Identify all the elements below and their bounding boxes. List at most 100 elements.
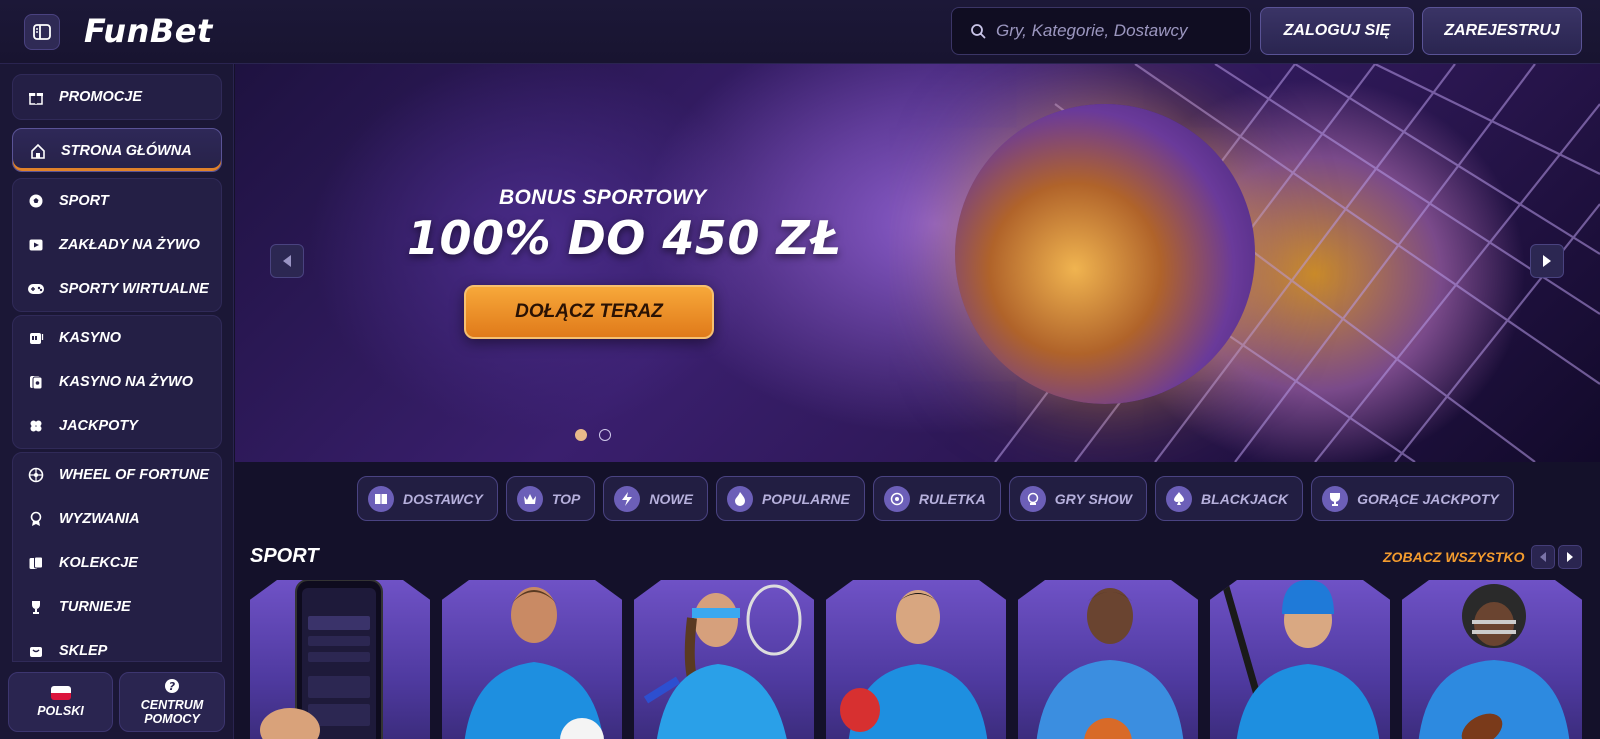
sidebar: PROMOCJE STRONA GŁÓWNA SPORT ZAKŁADY NA … (0, 64, 234, 739)
menu-toggle-button[interactable] (24, 14, 60, 50)
sidebar-group-sport: SPORT ZAKŁADY NA ŻYWO SPORTY WIRTUALNE (12, 178, 222, 312)
category-hot-jackpots[interactable]: GORĄCE JACKPOTY (1311, 476, 1514, 521)
login-button[interactable]: ZALOGUJ SIĘ (1260, 7, 1414, 55)
book-icon (368, 485, 394, 512)
join-now-button[interactable]: DOŁĄCZ TERAZ (464, 285, 714, 339)
phone-graphic (260, 580, 383, 739)
category-blackjack[interactable]: BLACKJACK (1155, 476, 1304, 521)
funbet-logo[interactable]: FunBet (84, 12, 213, 50)
sport-card-tennis[interactable] (634, 580, 814, 739)
language-selector[interactable]: POLSKI (8, 672, 113, 732)
sport-next-button[interactable] (1558, 545, 1582, 569)
flame-icon (726, 485, 753, 512)
sidebar-item-label: JACKPOTY (59, 418, 138, 434)
top-header: FunBet ZALOGUJ SIĘ ZAREJESTRUJ (0, 0, 1600, 64)
sidebar-item-virtual-sports[interactable]: SPORTY WIRTUALNE (13, 267, 221, 311)
sidebar-item-casino[interactable]: KASYNO (13, 316, 221, 360)
chevron-left-icon (1540, 552, 1546, 562)
sidebar-item-label: ZAKŁADY NA ŻYWO (59, 237, 200, 253)
sidebar-item-label: KASYNO NA ŻYWO (59, 374, 193, 390)
category-roulette[interactable]: RULETKA (872, 476, 1001, 521)
carousel-dots (575, 429, 611, 441)
sidebar-group-extra: WHEEL OF FORTUNE WYZWANIA KOLEKCJE TURNI… (12, 452, 222, 662)
collection-cards-icon (27, 554, 45, 572)
sidebar-item-sport[interactable]: SPORT (13, 179, 221, 223)
help-label-line1: CENTRUM (140, 698, 204, 712)
hero-next-button[interactable] (1530, 244, 1564, 278)
category-game-shows[interactable]: GRY SHOW (1008, 476, 1148, 521)
help-center-button[interactable]: ? CENTRUM POMOCY (119, 672, 225, 732)
clover-icon (27, 417, 45, 435)
soccer-ball-icon (27, 192, 45, 210)
category-label: GRY SHOW (1054, 490, 1133, 507)
carousel-dot-2[interactable] (599, 429, 611, 441)
sport-card-table-tennis[interactable] (826, 580, 1006, 739)
help-question-icon: ? (165, 679, 179, 693)
sidebar-item-home[interactable]: STRONA GŁÓWNA (12, 128, 222, 172)
sidebar-item-tournaments[interactable]: TURNIEJE (13, 585, 221, 629)
sport-card-hockey[interactable] (1210, 580, 1390, 739)
sidebar-item-label: PROMOCJE (59, 89, 142, 105)
sidebar-item-label: SKLEP (59, 643, 108, 659)
sidebar-item-label: TURNIEJE (59, 599, 131, 615)
sidebar-item-promotions[interactable]: PROMOCJE (13, 75, 221, 119)
medal-icon (27, 510, 45, 528)
sidebar-item-collections[interactable]: KOLEKCJE (13, 541, 221, 585)
chevron-left-icon (283, 255, 291, 267)
register-button[interactable]: ZAREJESTRUJ (1422, 7, 1582, 55)
home-icon (29, 142, 47, 160)
category-new[interactable]: NOWE (603, 476, 708, 521)
game-show-icon (1019, 485, 1046, 512)
sidebar-item-label: WYZWANIA (59, 511, 140, 527)
category-top[interactable]: TOP (505, 476, 596, 521)
category-label: NOWE (649, 490, 693, 507)
sidebar-item-label: SPORTY WIRTUALNE (59, 281, 209, 297)
sidebar-group-promotions: PROMOCJE (12, 74, 222, 120)
sidebar-group-casino: KASYNO KASYNO NA ŻYWO JACKPOTY (12, 315, 222, 449)
sidebar-item-live-bets[interactable]: ZAKŁADY NA ŻYWO (13, 223, 221, 267)
language-label: POLSKI (37, 704, 84, 718)
category-label: POPULARNE (761, 490, 850, 507)
crown-icon (516, 485, 543, 512)
search-icon (971, 24, 986, 39)
sidebar-item-challenges[interactable]: WYZWANIA (13, 497, 221, 541)
sidebar-item-wheel-of-fortune[interactable]: WHEEL OF FORTUNE (13, 453, 221, 497)
sport-card-mobile-app[interactable] (250, 580, 430, 739)
sidebar-item-label: STRONA GŁÓWNA (61, 143, 192, 159)
chevron-right-icon (1543, 255, 1551, 267)
jackpot-cup-icon (1322, 485, 1349, 512)
game-categories: DOSTAWCY TOP NOWE POPULARNE RULETKA GRY … (357, 476, 1514, 521)
category-popular[interactable]: POPULARNE (715, 476, 865, 521)
sidebar-item-shop[interactable]: SKLEP (13, 629, 221, 673)
trophy-icon (27, 598, 45, 616)
carousel-dot-1[interactable] (575, 429, 587, 441)
cards-icon (27, 373, 45, 391)
soccer-ball-graphic (955, 104, 1255, 404)
sidebar-item-jackpots[interactable]: JACKPOTY (13, 404, 221, 448)
roulette-icon (883, 485, 910, 512)
sidebar-item-label: WHEEL OF FORTUNE (59, 467, 210, 483)
live-play-icon (27, 236, 45, 254)
sport-card-football[interactable] (442, 580, 622, 739)
hockey-player-graphic (1220, 580, 1380, 739)
sidebar-item-live-casino[interactable]: KASYNO NA ŻYWO (13, 360, 221, 404)
category-label: GORĄCE JACKPOTY (1357, 490, 1499, 507)
sport-card-american-football[interactable] (1402, 580, 1582, 739)
hero-title: 100% DO 450 ZŁ (407, 211, 842, 265)
tennis-player-graphic (643, 584, 802, 739)
search-box[interactable] (951, 7, 1251, 55)
sport-card-basketball[interactable] (1018, 580, 1198, 739)
sport-prev-button[interactable] (1531, 545, 1555, 569)
sidebar-item-label: KOLEKCJE (59, 555, 138, 571)
american-football-player-graphic (1418, 584, 1570, 739)
search-input[interactable] (996, 21, 1236, 41)
see-all-link[interactable]: ZOBACZ WSZYSTKO (1383, 549, 1525, 565)
category-label: RULETKA (918, 490, 986, 507)
help-label-line2: POMOCY (144, 712, 200, 726)
basketball-player-graphic (1036, 588, 1184, 739)
category-label: DOSTAWCY (403, 490, 483, 507)
gift-icon (27, 88, 45, 106)
category-providers[interactable]: DOSTAWCY (357, 476, 498, 521)
hero-prev-button[interactable] (270, 244, 304, 278)
hero-banner[interactable]: BONUS SPORTOWY 100% DO 450 ZŁ DOŁĄCZ TER… (235, 64, 1600, 462)
